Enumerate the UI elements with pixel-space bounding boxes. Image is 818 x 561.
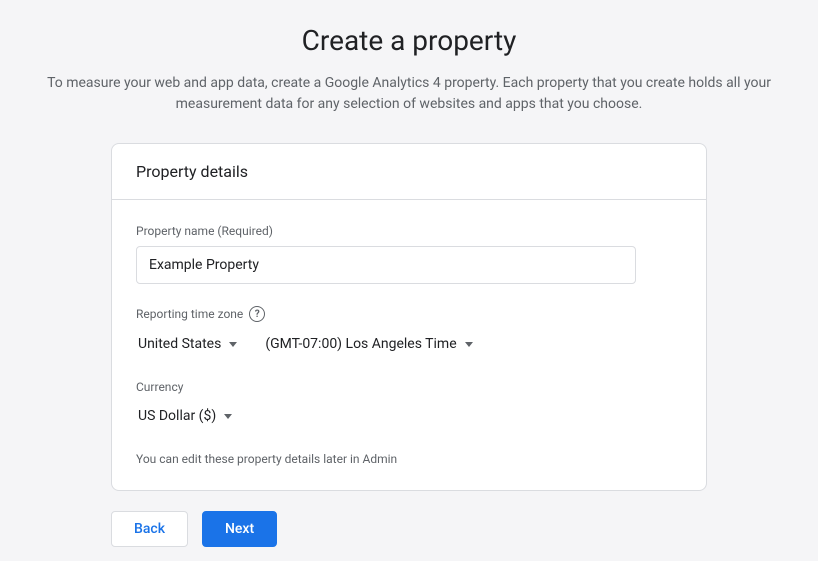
country-dropdown-value: United States bbox=[138, 336, 221, 352]
timezone-dropdown-value: (GMT-07:00) Los Angeles Time bbox=[265, 336, 456, 352]
property-name-label: Property name (Required) bbox=[136, 224, 682, 238]
currency-dropdown-value: US Dollar ($) bbox=[138, 408, 216, 424]
property-name-field: Property name (Required) bbox=[136, 224, 682, 284]
time-zone-label-text: Reporting time zone bbox=[136, 307, 243, 321]
card-header: Property details bbox=[112, 144, 706, 200]
next-button[interactable]: Next bbox=[202, 511, 277, 547]
time-zone-field: Reporting time zone ? United States (GMT… bbox=[136, 306, 682, 358]
edit-later-hint: You can edit these property details late… bbox=[136, 452, 682, 466]
property-name-input[interactable] bbox=[136, 246, 636, 284]
back-button[interactable]: Back bbox=[111, 511, 188, 547]
currency-dropdown[interactable]: US Dollar ($) bbox=[136, 402, 234, 430]
action-buttons: Back Next bbox=[111, 511, 707, 547]
country-dropdown[interactable]: United States bbox=[136, 330, 239, 358]
property-details-card: Property details Property name (Required… bbox=[111, 143, 707, 491]
chevron-down-icon bbox=[224, 414, 232, 419]
page-title: Create a property bbox=[0, 24, 818, 57]
timezone-dropdown[interactable]: (GMT-07:00) Los Angeles Time bbox=[263, 330, 474, 358]
currency-label: Currency bbox=[136, 380, 682, 394]
time-zone-label: Reporting time zone ? bbox=[136, 306, 682, 322]
chevron-down-icon bbox=[465, 342, 473, 347]
help-icon[interactable]: ? bbox=[249, 306, 265, 322]
card-header-title: Property details bbox=[136, 162, 682, 181]
page-description: To measure your web and app data, create… bbox=[0, 73, 818, 115]
currency-field: Currency US Dollar ($) bbox=[136, 380, 682, 430]
chevron-down-icon bbox=[229, 342, 237, 347]
